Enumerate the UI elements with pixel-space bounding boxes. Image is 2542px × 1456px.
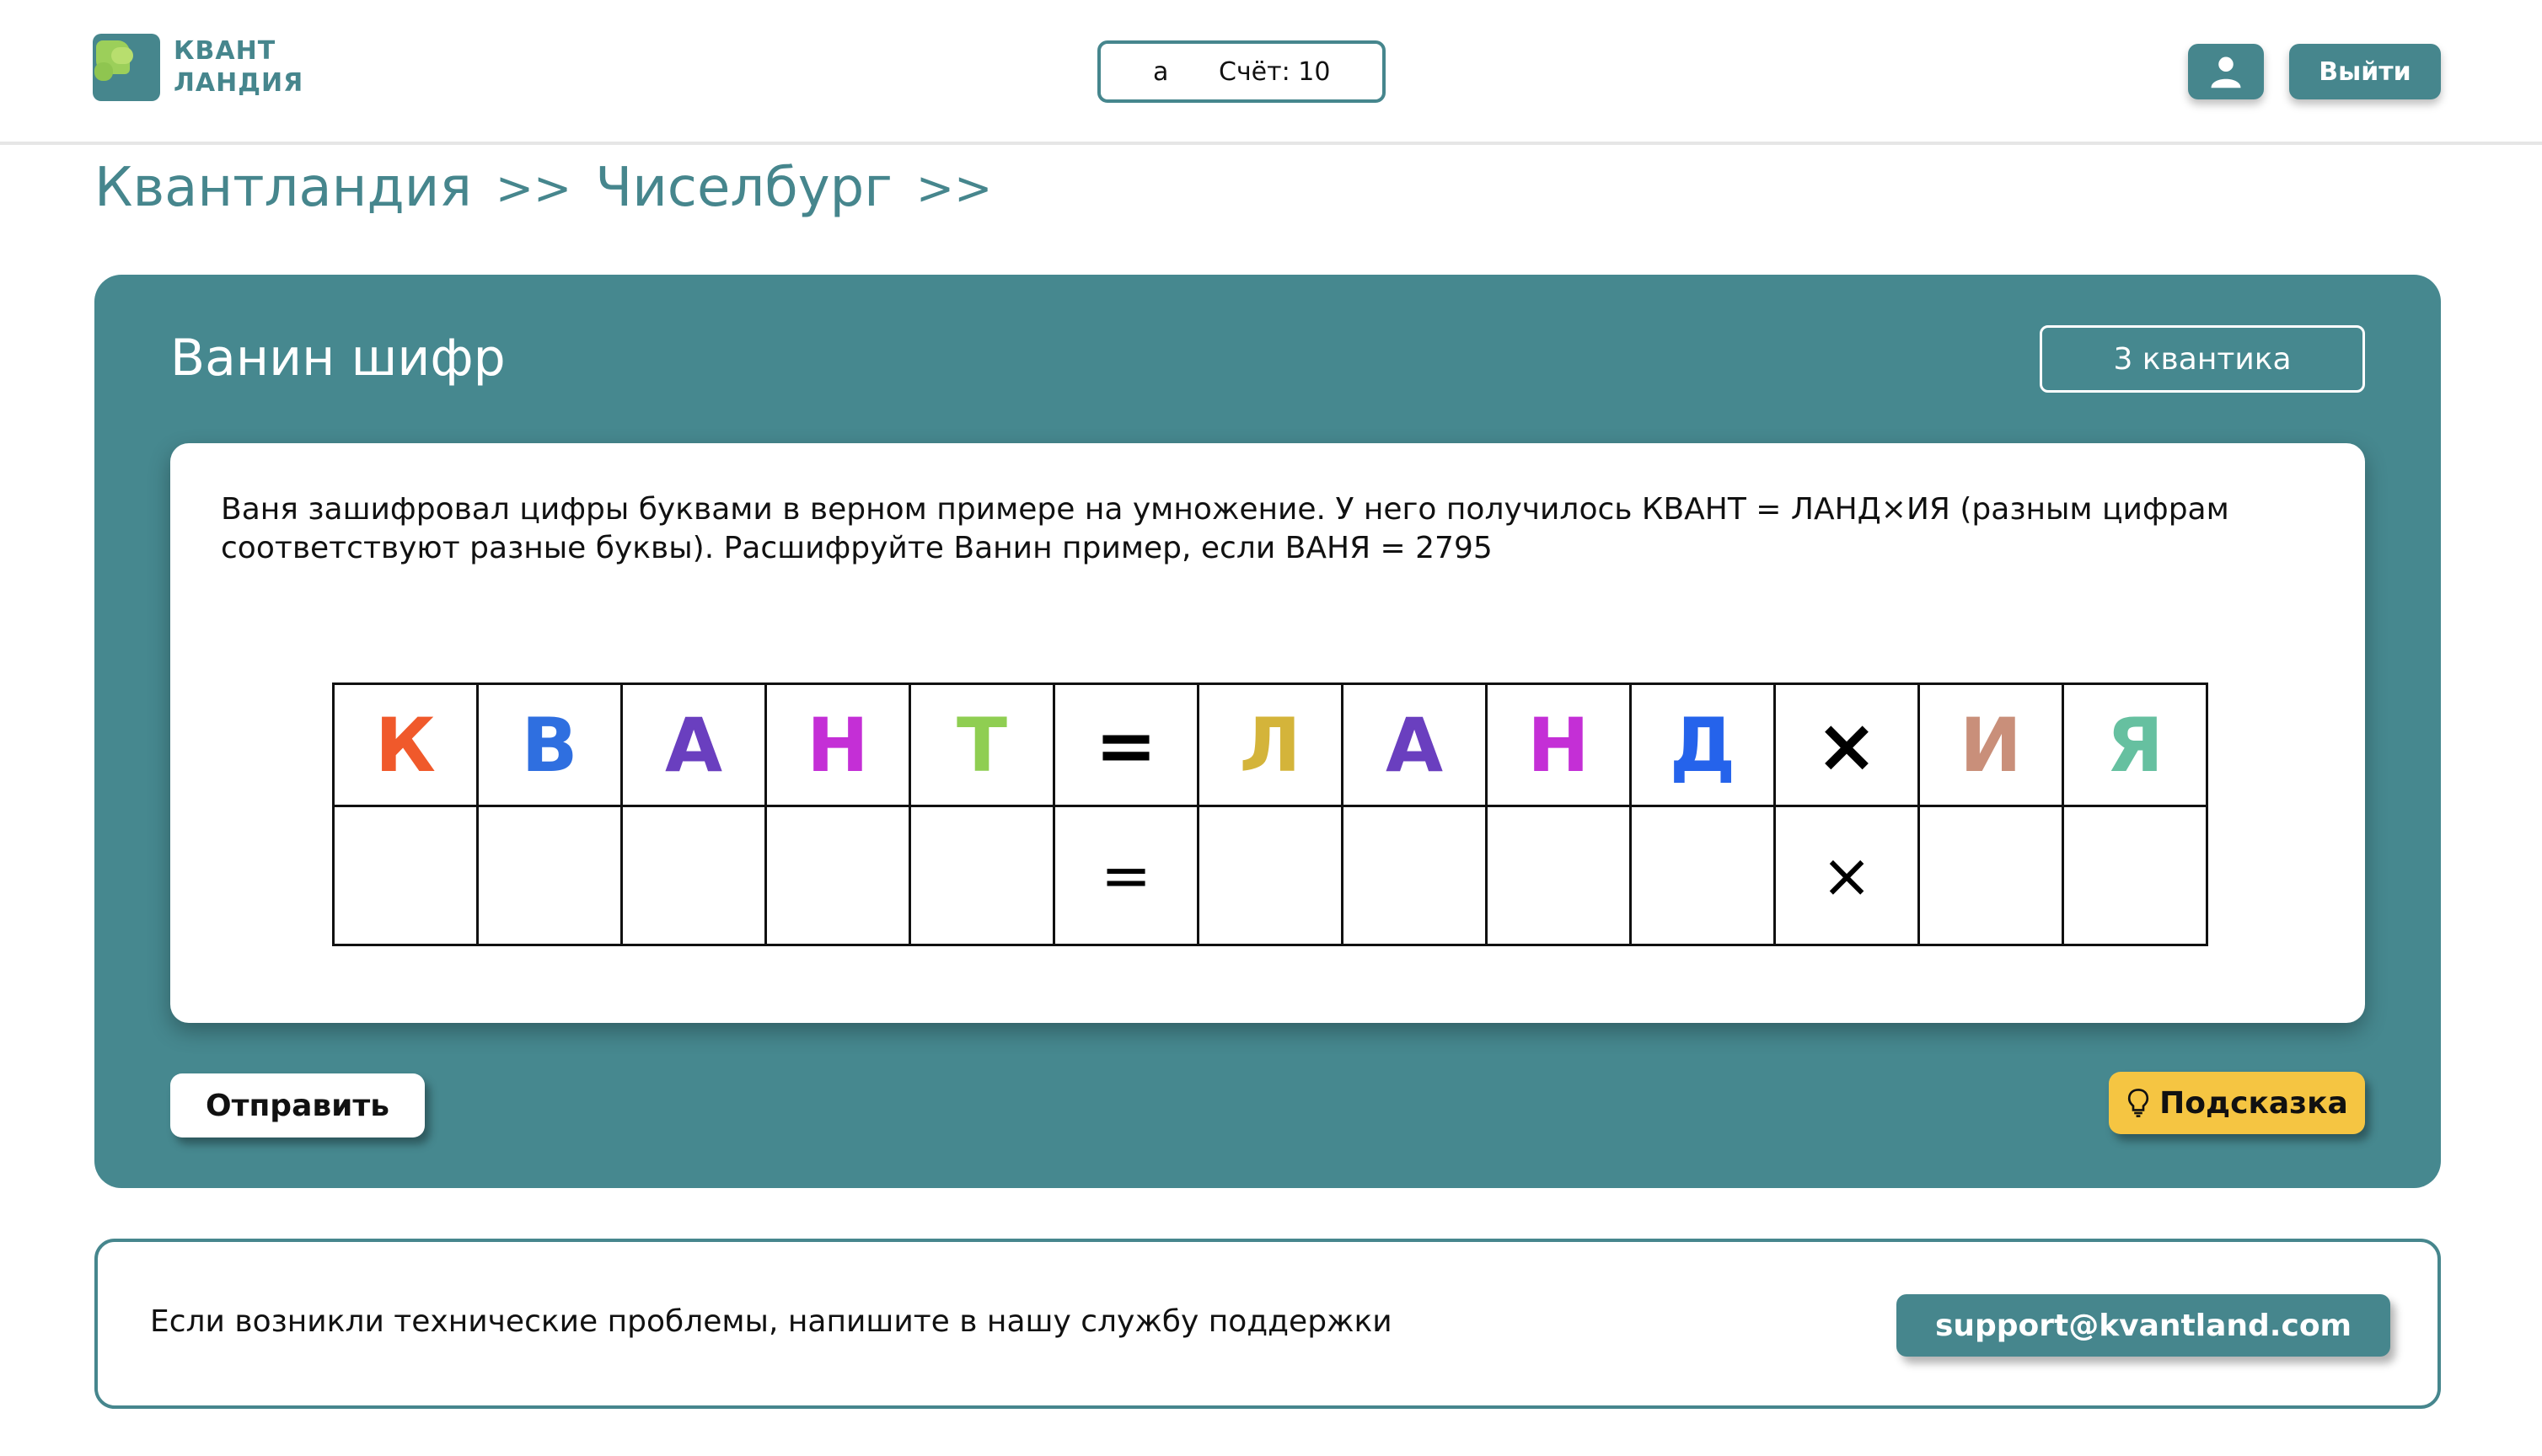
digit-input-cell[interactable] <box>909 805 1055 946</box>
hint-button[interactable]: Подсказка <box>2109 1072 2365 1134</box>
multiply-sign-cell: × <box>1773 682 1920 807</box>
cipher-letter-cell: Я <box>2062 682 2208 807</box>
digit-input-cell[interactable] <box>1917 805 2064 946</box>
breadcrumb: Квантландия >> Чиселбург >> <box>94 157 1016 219</box>
digit-input-cell[interactable] <box>1341 805 1488 946</box>
logout-button[interactable]: Выйти <box>2289 44 2441 99</box>
task-card: Ваня зашифровал цифры буквами в верном п… <box>170 443 2365 1023</box>
score-box: а Счёт: 10 <box>1097 40 1386 103</box>
logo-line-1: КВАНТ <box>174 36 276 66</box>
digit-input-cell[interactable] <box>476 805 623 946</box>
puzzle-logo-icon <box>93 34 160 101</box>
support-box: Если возникли технические проблемы, напи… <box>94 1239 2441 1409</box>
digit-input-cell[interactable] <box>1629 805 1776 946</box>
task-panel: Ванин шифр 3 квантика Ваня зашифровал ци… <box>94 275 2441 1188</box>
points-badge: 3 квантика <box>2040 325 2365 393</box>
equals-sign-cell: = <box>1053 805 1199 946</box>
support-email-button[interactable]: support@kvantland.com <box>1896 1294 2390 1357</box>
digit-input-cell[interactable] <box>332 805 479 946</box>
breadcrumb-separator: >> <box>915 161 993 215</box>
profile-button[interactable] <box>2188 44 2264 99</box>
digit-input-cell[interactable] <box>620 805 767 946</box>
cipher-letter-cell: Н <box>764 682 911 807</box>
task-description: Ваня зашифровал цифры буквами в верном п… <box>221 492 2229 565</box>
breadcrumb-item-chiselburg[interactable]: Чиселбург <box>595 157 893 219</box>
cipher-letter-cell: В <box>476 682 623 807</box>
logo-line-2: ЛАНДИЯ <box>174 68 304 98</box>
cipher-letter-cell: Л <box>1197 682 1343 807</box>
multiply-sign-cell: × <box>1773 805 1920 946</box>
hint-label: Подсказка <box>2159 1085 2348 1121</box>
equals-sign-cell: = <box>1053 682 1199 807</box>
score-value: Счёт: 10 <box>1219 56 1331 87</box>
cipher-grid: К В А Н Т = Л А Н Д × И Я = × <box>332 682 2208 946</box>
digit-input-cell[interactable] <box>1197 805 1343 946</box>
task-title: Ванин шифр <box>170 329 506 388</box>
breadcrumb-item-kvantlandia[interactable]: Квантландия <box>94 157 472 219</box>
cipher-letter-cell: Т <box>909 682 1055 807</box>
digit-input-cell[interactable] <box>764 805 911 946</box>
support-text: Если возникли технические проблемы, напи… <box>150 1304 1392 1339</box>
cipher-letter-cell: Н <box>1485 682 1632 807</box>
cipher-letter-cell: А <box>620 682 767 807</box>
user-icon <box>2211 56 2241 88</box>
cipher-letter-cell: И <box>1917 682 2064 807</box>
top-header: КВАНТ ЛАНДИЯ а Счёт: 10 Выйти <box>0 0 2542 145</box>
cipher-letters-row: К В А Н Т = Л А Н Д × И Я <box>332 682 2208 807</box>
digit-input-cell[interactable] <box>2062 805 2208 946</box>
breadcrumb-separator: >> <box>495 161 572 215</box>
digit-input-cell[interactable] <box>1485 805 1632 946</box>
lightbulb-icon <box>2126 1088 2151 1118</box>
submit-button[interactable]: Отправить <box>170 1073 425 1138</box>
cipher-answers-row: = × <box>332 805 2208 946</box>
user-name: а <box>1153 56 1169 87</box>
cipher-letter-cell: К <box>332 682 479 807</box>
logo-text: КВАНТ ЛАНДИЯ <box>174 35 303 99</box>
logo[interactable]: КВАНТ ЛАНДИЯ <box>93 34 303 101</box>
cipher-letter-cell: А <box>1341 682 1488 807</box>
cipher-letter-cell: Д <box>1629 682 1776 807</box>
